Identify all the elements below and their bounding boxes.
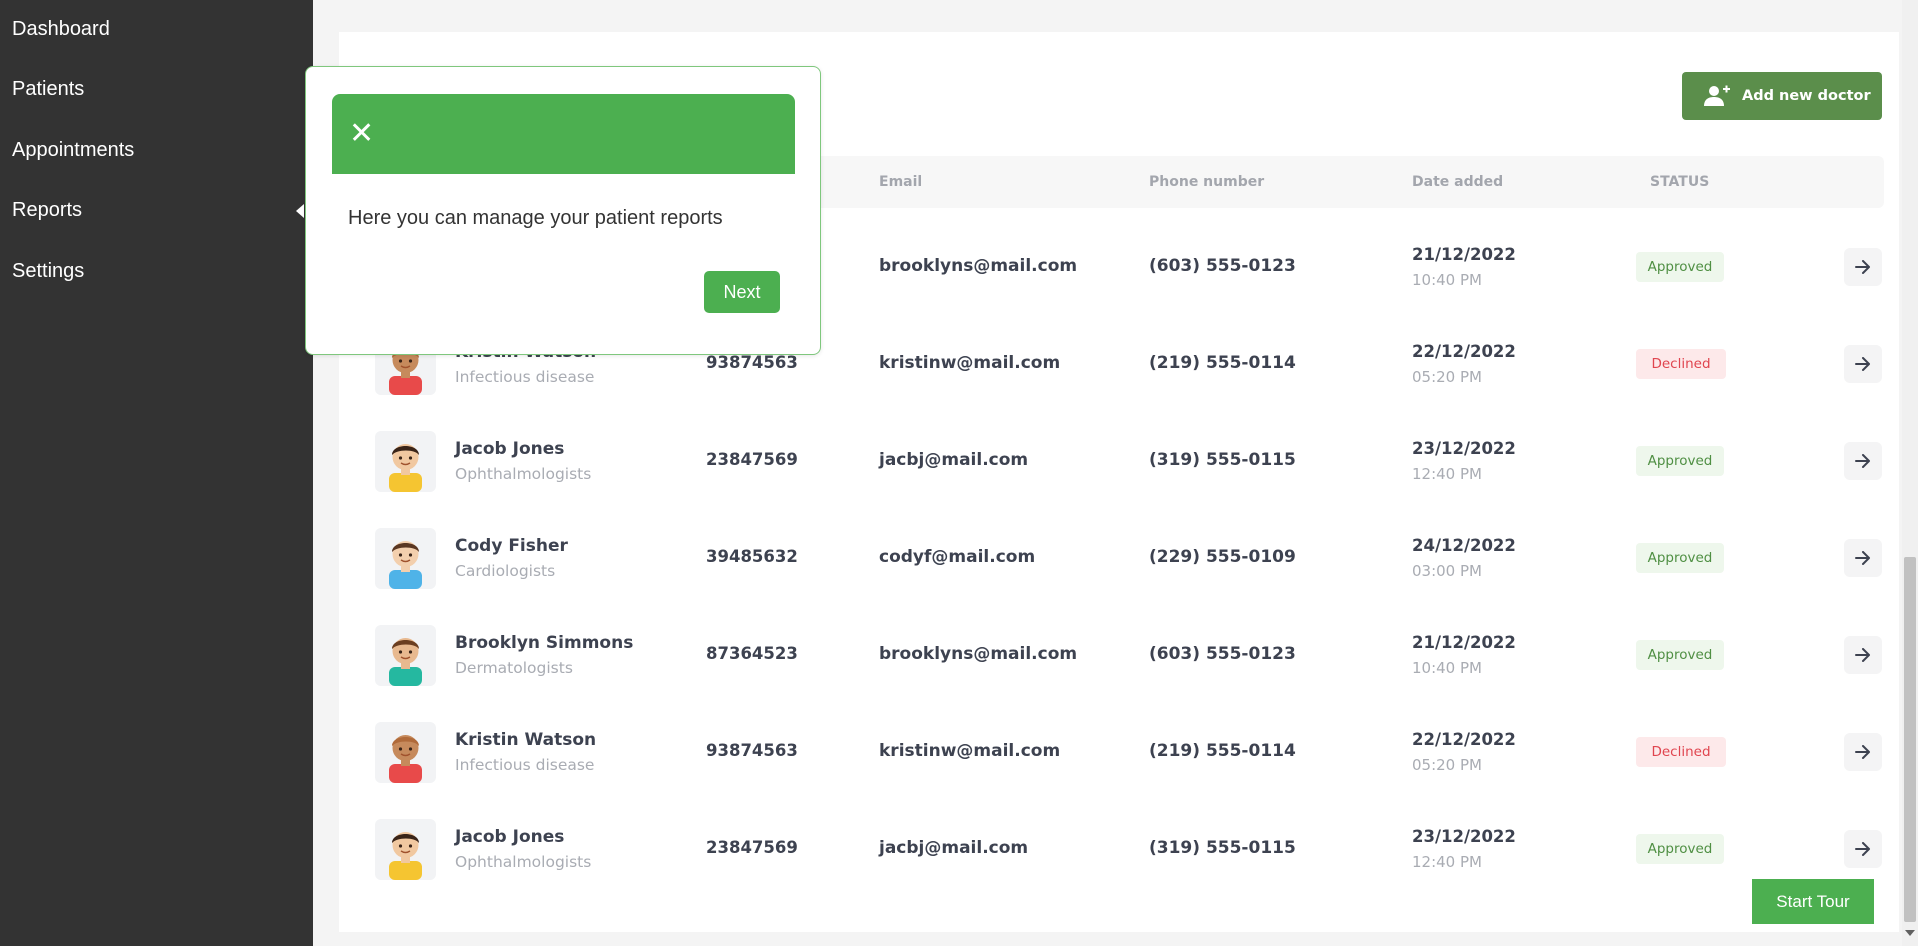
doctor-phone: (603) 555-0123 <box>1149 644 1296 664</box>
doctor-phone: (219) 555-0114 <box>1149 741 1296 761</box>
date-added: 21/12/2022 <box>1412 633 1516 652</box>
doctor-name: Brooklyn Simmons <box>455 633 634 653</box>
time-added: 05:20 PM <box>1412 756 1482 774</box>
avatar <box>375 431 436 492</box>
time-added: 12:40 PM <box>1412 853 1482 871</box>
row-detail-button[interactable] <box>1844 539 1882 577</box>
scroll-down-arrow-icon[interactable] <box>1905 930 1915 936</box>
row-detail-button[interactable] <box>1844 345 1882 383</box>
scrollbar-thumb[interactable] <box>1904 557 1916 922</box>
active-caret-icon <box>296 204 304 218</box>
arrow-right-icon <box>1855 454 1870 468</box>
date-added: 22/12/2022 <box>1412 730 1516 749</box>
arrow-right-icon <box>1855 260 1870 274</box>
arrow-right-icon <box>1855 648 1870 662</box>
doctor-name: Jacob Jones <box>455 439 565 459</box>
doctor-name: Kristin Watson <box>455 730 597 750</box>
row-detail-button[interactable] <box>1844 733 1882 771</box>
doctor-specialty: Ophthalmologists <box>455 853 592 871</box>
date-added: 24/12/2022 <box>1412 536 1516 555</box>
avatar <box>375 819 436 880</box>
time-added: 03:00 PM <box>1412 562 1482 580</box>
tour-popover-header: ✕ <box>332 94 795 174</box>
row-detail-button[interactable] <box>1844 248 1882 286</box>
doctor-email: kristinw@mail.com <box>879 741 1061 761</box>
sidebar: Dashboard Patients Appointments Reports … <box>0 0 313 946</box>
date-added: 23/12/2022 <box>1412 827 1516 846</box>
doctor-email: brooklyns@mail.com <box>879 644 1078 664</box>
table-row: Jacob Jones Ophthalmologists 23847569 jacbj… <box>339 809 1899 906</box>
doctor-email: jacbj@mail.com <box>879 838 1029 858</box>
status-badge: Approved <box>1636 252 1724 282</box>
doctor-id: 93874563 <box>706 353 798 372</box>
date-added: 23/12/2022 <box>1412 439 1516 458</box>
row-detail-button[interactable] <box>1844 830 1882 868</box>
sidebar-item-settings[interactable]: Settings <box>12 260 84 283</box>
doctor-specialty: Infectious disease <box>455 756 595 774</box>
doctor-email: brooklyns@mail.com <box>879 256 1078 276</box>
status-badge: Approved <box>1636 640 1724 670</box>
tour-message: Here you can manage your patient reports <box>348 207 723 229</box>
table-row: Cody Fisher Cardiologists 39485632 codyf@ma… <box>339 518 1899 615</box>
status-badge: Declined <box>1636 349 1726 379</box>
sidebar-item-appointments[interactable]: Appointments <box>12 139 134 162</box>
close-icon[interactable]: ✕ <box>349 119 374 149</box>
doctor-specialty: Cardiologists <box>455 562 556 580</box>
arrow-right-icon <box>1855 357 1870 371</box>
table-row: Jacob Jones Ophthalmologists 23847569 jacbj… <box>339 421 1899 518</box>
time-added: 10:40 PM <box>1412 271 1482 289</box>
doctor-phone: (319) 555-0115 <box>1149 838 1296 858</box>
table-row: Kristin Watson Infectious disease 93874563… <box>339 712 1899 809</box>
vertical-scrollbar[interactable] <box>1902 0 1918 946</box>
doctor-email: codyf@mail.com <box>879 547 1036 567</box>
sidebar-item-reports[interactable]: Reports <box>12 199 82 222</box>
doctor-id: 23847569 <box>706 450 798 469</box>
doctor-specialty: Infectious disease <box>455 368 595 386</box>
arrow-right-icon <box>1855 551 1870 565</box>
add-new-doctor-label: Add new doctor <box>1742 88 1871 104</box>
add-new-doctor-button[interactable]: Add new doctor <box>1682 72 1882 120</box>
column-header-email: Email <box>879 174 923 190</box>
doctor-id: 23847569 <box>706 838 798 857</box>
avatar <box>375 625 436 686</box>
avatar <box>375 528 436 589</box>
doctor-specialty: Dermatologists <box>455 659 573 677</box>
date-added: 22/12/2022 <box>1412 342 1516 361</box>
status-badge: Approved <box>1636 543 1724 573</box>
column-header-date: Date added <box>1412 174 1504 190</box>
doctor-id: 93874563 <box>706 741 798 760</box>
doctor-email: jacbj@mail.com <box>879 450 1029 470</box>
sidebar-item-dashboard[interactable]: Dashboard <box>12 18 110 41</box>
doctor-id: 87364523 <box>706 644 798 663</box>
table-row: Brooklyn Simmons Dermatologists 87364523 br… <box>339 615 1899 712</box>
doctor-name: Jacob Jones <box>455 827 565 847</box>
sidebar-item-patients[interactable]: Patients <box>12 78 84 101</box>
column-header-status: STATUS <box>1650 174 1710 190</box>
doctor-name: Cody Fisher <box>455 536 568 556</box>
doctor-phone: (229) 555-0109 <box>1149 547 1296 567</box>
tour-next-button[interactable]: Next <box>704 271 780 313</box>
arrow-right-icon <box>1855 745 1870 759</box>
doctor-phone: (603) 555-0123 <box>1149 256 1296 276</box>
start-tour-button[interactable]: Start Tour <box>1752 879 1874 924</box>
arrow-right-icon <box>1855 842 1870 856</box>
row-detail-button[interactable] <box>1844 442 1882 480</box>
row-detail-button[interactable] <box>1844 636 1882 674</box>
doctor-email: kristinw@mail.com <box>879 353 1061 373</box>
doctor-phone: (319) 555-0115 <box>1149 450 1296 470</box>
doctor-specialty: Ophthalmologists <box>455 465 592 483</box>
add-user-icon <box>1704 85 1730 107</box>
doctor-phone: (219) 555-0114 <box>1149 353 1296 373</box>
status-badge: Declined <box>1636 737 1726 767</box>
time-added: 12:40 PM <box>1412 465 1482 483</box>
status-badge: Approved <box>1636 446 1724 476</box>
column-header-phone: Phone number <box>1149 174 1265 190</box>
time-added: 05:20 PM <box>1412 368 1482 386</box>
date-added: 21/12/2022 <box>1412 245 1516 264</box>
time-added: 10:40 PM <box>1412 659 1482 677</box>
status-badge: Approved <box>1636 834 1724 864</box>
tour-popover: ✕ Here you can manage your patient repor… <box>305 66 821 355</box>
doctor-id: 39485632 <box>706 547 798 566</box>
avatar <box>375 722 436 783</box>
